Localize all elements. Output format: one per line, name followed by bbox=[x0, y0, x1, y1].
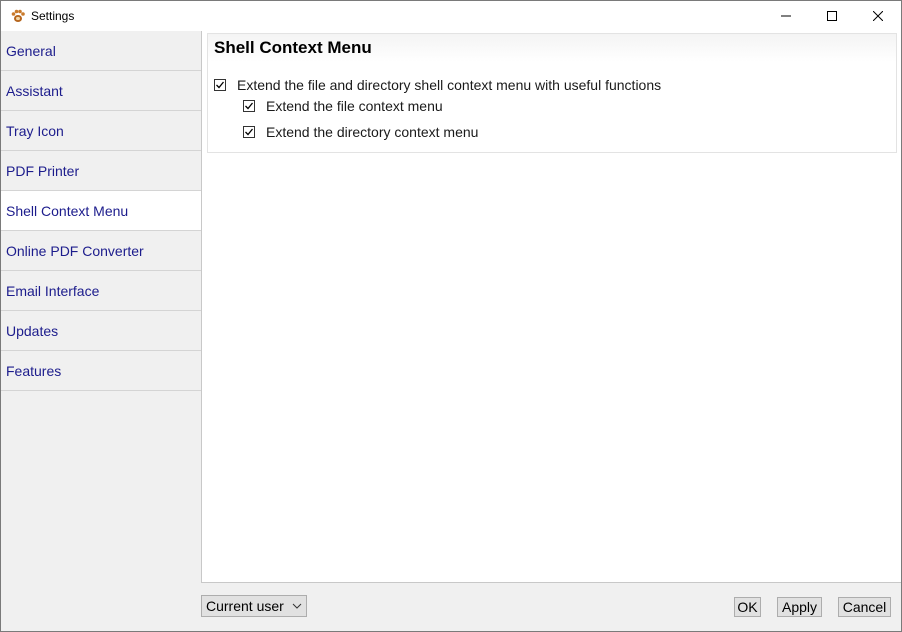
option-extend-shell-menu[interactable]: Extend the file and directory shell cont… bbox=[214, 77, 661, 93]
checkbox-label: Extend the directory context menu bbox=[266, 124, 479, 140]
checkmark-icon bbox=[216, 81, 225, 89]
maximize-button[interactable] bbox=[809, 1, 855, 31]
shell-context-menu-group: Shell Context Menu Extend the file and d… bbox=[207, 33, 897, 153]
dialog-footer: Current user OK Apply Cancel bbox=[1, 583, 901, 631]
checkmark-icon bbox=[245, 128, 254, 136]
sidebar-item-label: Email Interface bbox=[6, 282, 100, 299]
window-title: Settings bbox=[31, 9, 75, 23]
sidebar-item-label: Assistant bbox=[6, 82, 63, 99]
sidebar-item-shell-context-menu[interactable]: Shell Context Menu bbox=[1, 191, 201, 231]
extend-directory-menu-checkbox[interactable] bbox=[243, 126, 255, 138]
paw-app-icon bbox=[10, 8, 26, 24]
settings-sidebar: General Assistant Tray Icon PDF Printer … bbox=[1, 31, 202, 631]
cancel-button[interactable]: Cancel bbox=[838, 597, 891, 617]
close-icon bbox=[873, 11, 883, 21]
sidebar-item-updates[interactable]: Updates bbox=[1, 311, 201, 351]
page-title: Shell Context Menu bbox=[214, 38, 372, 57]
chevron-down-icon bbox=[292, 603, 302, 609]
option-extend-directory-menu[interactable]: Extend the directory context menu bbox=[243, 124, 478, 140]
sidebar-item-label: Shell Context Menu bbox=[6, 202, 129, 219]
sidebar-item-label: Features bbox=[6, 362, 62, 379]
settings-content-pane: Shell Context Menu Extend the file and d… bbox=[202, 31, 901, 583]
sidebar-item-online-pdf-converter[interactable]: Online PDF Converter bbox=[1, 231, 201, 271]
settings-window: Settings General Assistant Tray Icon PDF… bbox=[0, 0, 902, 632]
sidebar-item-label: Updates bbox=[6, 322, 59, 339]
sidebar-item-label: Tray Icon bbox=[6, 122, 64, 139]
apply-button[interactable]: Apply bbox=[777, 597, 822, 617]
select-value: Current user bbox=[206, 598, 284, 614]
title-bar[interactable]: Settings bbox=[1, 1, 901, 31]
sidebar-item-assistant[interactable]: Assistant bbox=[1, 71, 201, 111]
minimize-button[interactable] bbox=[763, 1, 809, 31]
sidebar-item-tray-icon[interactable]: Tray Icon bbox=[1, 111, 201, 151]
extend-file-menu-checkbox[interactable] bbox=[243, 100, 255, 112]
minimize-icon bbox=[781, 15, 791, 17]
sidebar-item-general[interactable]: General bbox=[1, 31, 201, 71]
extend-shell-menu-checkbox[interactable] bbox=[214, 79, 226, 91]
checkbox-label: Extend the file context menu bbox=[266, 98, 443, 114]
sidebar-item-email-interface[interactable]: Email Interface bbox=[1, 271, 201, 311]
option-extend-file-menu[interactable]: Extend the file context menu bbox=[243, 98, 443, 114]
user-scope-select[interactable]: Current user bbox=[201, 595, 307, 617]
sidebar-item-pdf-printer[interactable]: PDF Printer bbox=[1, 151, 201, 191]
sidebar-item-features[interactable]: Features bbox=[1, 351, 201, 391]
sidebar-item-label: Online PDF Converter bbox=[6, 242, 144, 259]
sidebar-item-label: PDF Printer bbox=[6, 162, 80, 179]
ok-button[interactable]: OK bbox=[734, 597, 761, 617]
sidebar-item-label: General bbox=[6, 42, 56, 59]
checkmark-icon bbox=[245, 102, 254, 110]
close-button[interactable] bbox=[855, 1, 901, 31]
maximize-icon bbox=[827, 11, 837, 21]
checkbox-label: Extend the file and directory shell cont… bbox=[237, 77, 662, 93]
